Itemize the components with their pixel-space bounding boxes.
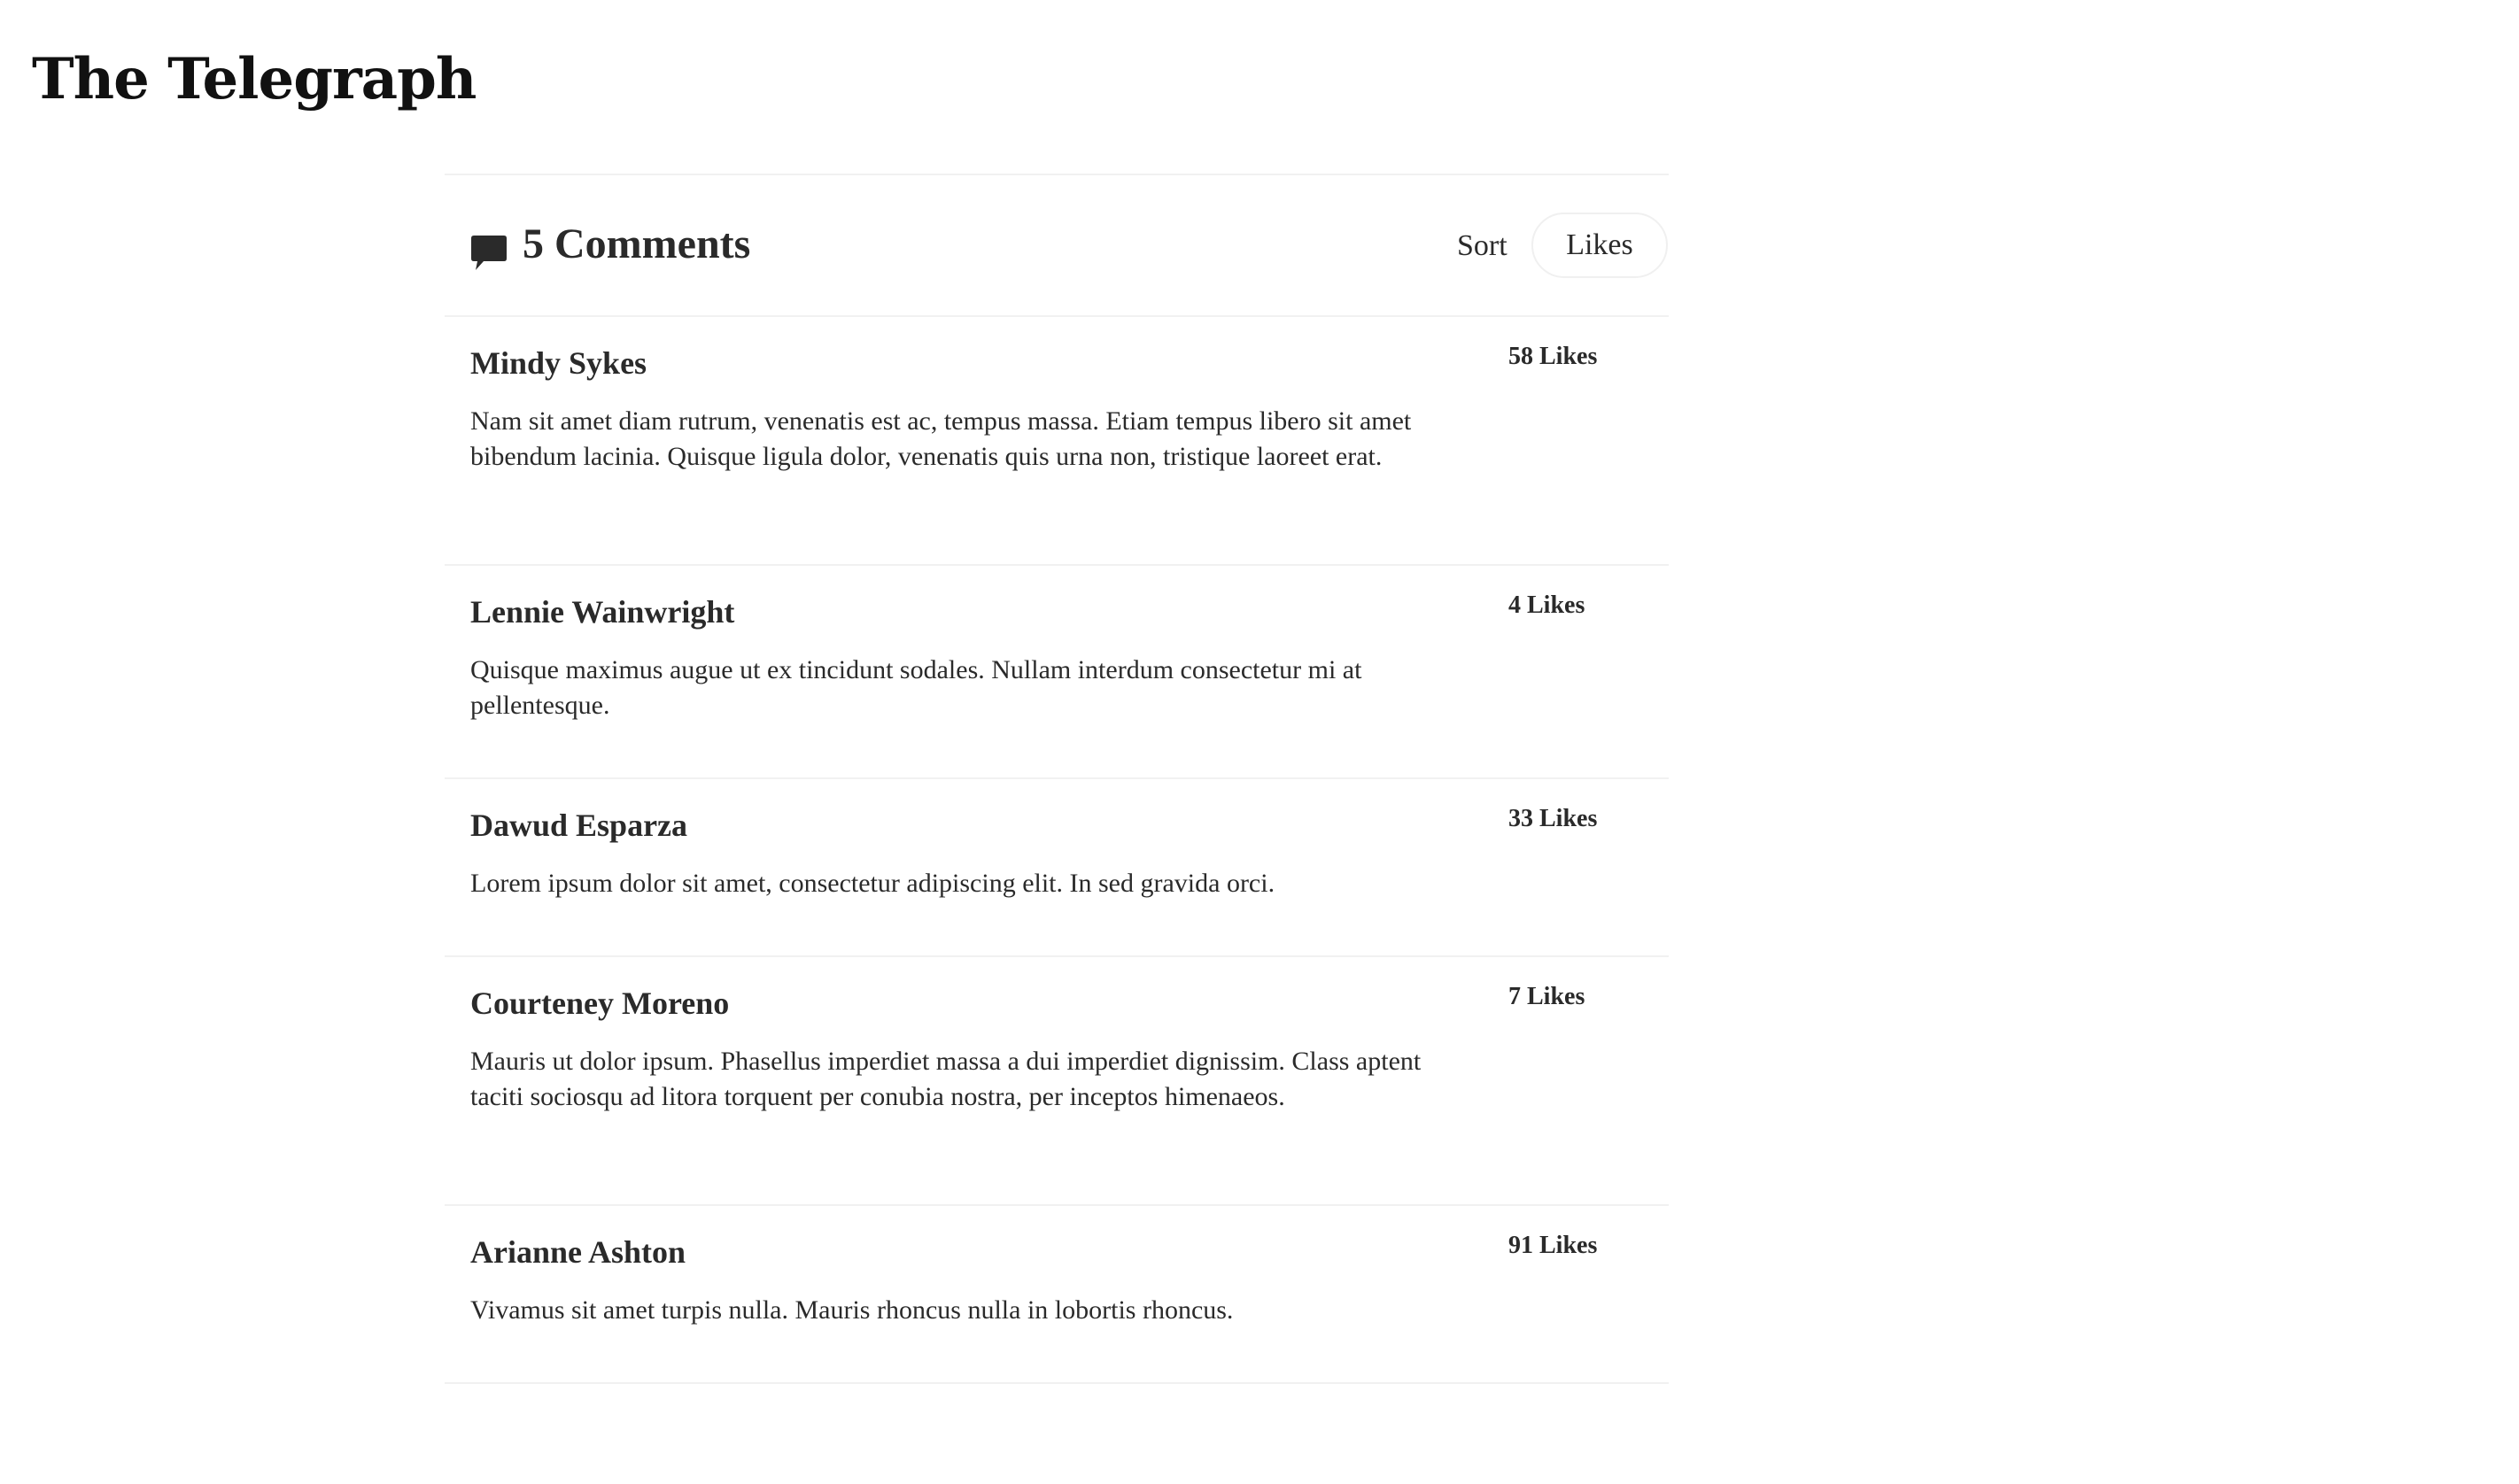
comment-author: Mindy Sykes bbox=[470, 345, 647, 381]
comment-text: Vivamus sit amet turpis nulla. Mauris rh… bbox=[470, 1295, 1234, 1325]
comment-text: Lorem ipsum dolor sit amet, consectetur … bbox=[470, 869, 1275, 898]
comment-text: Mauris ut dolor ipsum. Phasellus imperdi… bbox=[470, 1047, 1422, 1111]
sort-label: Sort bbox=[1457, 229, 1508, 262]
comments-count-title: 5 Comments bbox=[523, 220, 751, 267]
comment-author: Dawud Esparza bbox=[470, 808, 688, 843]
comment-likes-count: 33 Likes bbox=[1508, 805, 1598, 832]
comment-likes-count: 91 Likes bbox=[1508, 1232, 1598, 1259]
comments-section: 5 Comments Sort Likes Mindy Sykes Nam si… bbox=[445, 174, 1669, 1384]
comment-likes-count: 4 Likes bbox=[1508, 591, 1585, 619]
sort-select-button[interactable]: Likes bbox=[1531, 213, 1668, 278]
comment-item: Mindy Sykes Nam sit amet diam rutrum, ve… bbox=[445, 317, 1669, 566]
comment-author: Arianne Ashton bbox=[470, 1234, 686, 1270]
comment-text: Quisque maximus augue ut ex tincidunt so… bbox=[470, 655, 1362, 720]
comment-icon bbox=[471, 236, 507, 270]
site-logo[interactable]: The Telegraph bbox=[32, 44, 477, 115]
comment-likes-count: 58 Likes bbox=[1508, 343, 1598, 370]
comment-likes-count: 7 Likes bbox=[1508, 983, 1585, 1010]
comment-author: Lennie Wainwright bbox=[470, 594, 735, 630]
comment-text: Nam sit amet diam rutrum, venenatis est … bbox=[470, 406, 1412, 471]
comment-item: Lennie Wainwright Quisque maximus augue … bbox=[445, 566, 1669, 779]
comments-header: 5 Comments Sort Likes bbox=[445, 174, 1669, 317]
comment-item: Courteney Moreno Mauris ut dolor ipsum. … bbox=[445, 957, 1669, 1206]
comment-item: Arianne Ashton Vivamus sit amet turpis n… bbox=[445, 1206, 1669, 1384]
comment-item: Dawud Esparza Lorem ipsum dolor sit amet… bbox=[445, 779, 1669, 957]
comment-author: Courteney Moreno bbox=[470, 985, 730, 1021]
